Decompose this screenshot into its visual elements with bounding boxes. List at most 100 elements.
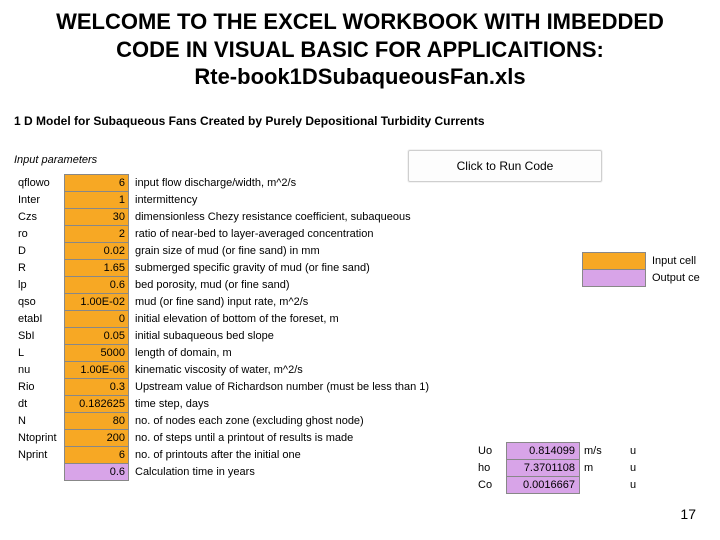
param-description: ratio of near-bed to layer-averaged conc…	[129, 226, 434, 243]
output-unit: m	[580, 460, 615, 477]
output-values-table: Uo0.814099m/suho7.3701108muCo0.0016667u	[474, 442, 641, 494]
input-row: D0.02grain size of mud (or fine sand) in…	[14, 243, 433, 260]
input-row: qflowo6input flow discharge/width, m^2/s	[14, 175, 433, 192]
input-row: lp0.6bed porosity, mud (or fine sand)	[14, 277, 433, 294]
param-name	[14, 464, 65, 481]
input-row: 0.6Calculation time in years	[14, 464, 433, 481]
page-number: 17	[680, 506, 696, 522]
run-code-button[interactable]: Click to Run Code	[408, 150, 602, 182]
param-value-cell[interactable]: 2	[65, 226, 129, 243]
title-line3: Rte-book1DSubaqueousFan.xls	[194, 64, 525, 89]
input-row: dt0.182625time step, days	[14, 396, 433, 413]
output-unit	[580, 477, 615, 494]
slide-title: WELCOME TO THE EXCEL WORKBOOK WITH IMBED…	[0, 8, 720, 91]
param-value-cell[interactable]: 80	[65, 413, 129, 430]
param-description: initial elevation of bottom of the fores…	[129, 311, 434, 328]
input-row: Nprint6no. of printouts after the initia…	[14, 447, 433, 464]
input-row: qso1.00E-02mud (or fine sand) input rate…	[14, 294, 433, 311]
param-name: etabI	[14, 311, 65, 328]
output-value-cell: 7.3701108	[507, 460, 580, 477]
param-name: Czs	[14, 209, 65, 226]
output-name: Co	[474, 477, 507, 494]
param-description: no. of nodes each zone (excluding ghost …	[129, 413, 434, 430]
param-value-cell[interactable]: 1	[65, 192, 129, 209]
output-name: Uo	[474, 443, 507, 460]
param-value-cell[interactable]: 1.00E-06	[65, 362, 129, 379]
output-row: Uo0.814099m/su	[474, 443, 640, 460]
output-extra: u	[614, 477, 640, 494]
input-row: L5000length of domain, m	[14, 345, 433, 362]
param-value-cell[interactable]: 0.182625	[65, 396, 129, 413]
output-extra: u	[614, 460, 640, 477]
input-row: Ntoprint200no. of steps until a printout…	[14, 430, 433, 447]
legend-output-swatch	[583, 270, 646, 287]
input-row: N80no. of nodes each zone (excluding gho…	[14, 413, 433, 430]
param-name: Rio	[14, 379, 65, 396]
param-description: Calculation time in years	[129, 464, 434, 481]
param-value-cell[interactable]: 1.00E-02	[65, 294, 129, 311]
input-row: nu1.00E-06kinematic viscosity of water, …	[14, 362, 433, 379]
param-name: D	[14, 243, 65, 260]
param-description: mud (or fine sand) input rate, m^2/s	[129, 294, 434, 311]
param-value-cell[interactable]: 6	[65, 447, 129, 464]
param-value-cell[interactable]: 30	[65, 209, 129, 226]
input-row: ro2ratio of near-bed to layer-averaged c…	[14, 226, 433, 243]
input-row: etabI0initial elevation of bottom of the…	[14, 311, 433, 328]
param-description: initial subaqueous bed slope	[129, 328, 434, 345]
param-name: lp	[14, 277, 65, 294]
title-line1: WELCOME TO THE EXCEL WORKBOOK WITH IMBED…	[56, 9, 664, 34]
param-value-cell[interactable]: 0.3	[65, 379, 129, 396]
legend-input-label: Input cell	[646, 253, 704, 270]
input-row: SbI0.05initial subaqueous bed slope	[14, 328, 433, 345]
run-code-label: Click to Run Code	[457, 159, 554, 173]
output-extra: u	[614, 443, 640, 460]
cell-legend: Input cell Output ce	[582, 252, 704, 287]
param-name: ro	[14, 226, 65, 243]
output-row: ho7.3701108mu	[474, 460, 640, 477]
output-value-cell: 0.814099	[507, 443, 580, 460]
param-value-cell[interactable]: 0.05	[65, 328, 129, 345]
param-value-cell[interactable]: 200	[65, 430, 129, 447]
param-value-cell[interactable]: 0.02	[65, 243, 129, 260]
param-value-cell[interactable]: 5000	[65, 345, 129, 362]
param-name: qflowo	[14, 175, 65, 192]
legend-input-swatch	[583, 253, 646, 270]
param-value-cell[interactable]: 0.6	[65, 464, 129, 481]
param-description: intermittency	[129, 192, 434, 209]
param-description: submerged specific gravity of mud (or fi…	[129, 260, 434, 277]
output-value-cell: 0.0016667	[507, 477, 580, 494]
output-name: ho	[474, 460, 507, 477]
param-value-cell[interactable]: 0.6	[65, 277, 129, 294]
legend-output-label: Output ce	[646, 270, 704, 287]
param-name: L	[14, 345, 65, 362]
title-line2: CODE IN VISUAL BASIC FOR APPLICAITIONS:	[116, 37, 604, 62]
input-row: Inter1intermittency	[14, 192, 433, 209]
param-name: Ntoprint	[14, 430, 65, 447]
param-name: R	[14, 260, 65, 277]
input-row: Czs30dimensionless Chezy resistance coef…	[14, 209, 433, 226]
param-name: Nprint	[14, 447, 65, 464]
param-name: dt	[14, 396, 65, 413]
param-description: kinematic viscosity of water, m^2/s	[129, 362, 434, 379]
param-name: SbI	[14, 328, 65, 345]
input-row: R1.65submerged specific gravity of mud (…	[14, 260, 433, 277]
param-description: no. of printouts after the initial one	[129, 447, 434, 464]
input-row: Rio0.3Upstream value of Richardson numbe…	[14, 379, 433, 396]
param-description: input flow discharge/width, m^2/s	[129, 175, 434, 192]
param-name: nu	[14, 362, 65, 379]
param-value-cell[interactable]: 0	[65, 311, 129, 328]
param-name: qso	[14, 294, 65, 311]
param-value-cell[interactable]: 6	[65, 175, 129, 192]
param-description: time step, days	[129, 396, 434, 413]
model-heading: 1 D Model for Subaqueous Fans Created by…	[14, 114, 485, 128]
param-value-cell[interactable]: 1.65	[65, 260, 129, 277]
param-description: no. of steps until a printout of results…	[129, 430, 434, 447]
param-description: dimensionless Chezy resistance coefficie…	[129, 209, 434, 226]
output-row: Co0.0016667 u	[474, 477, 640, 494]
param-description: Upstream value of Richardson number (mus…	[129, 379, 434, 396]
output-unit: m/s	[580, 443, 615, 460]
param-name: N	[14, 413, 65, 430]
param-description: grain size of mud (or fine sand) in mm	[129, 243, 434, 260]
param-name: Inter	[14, 192, 65, 209]
input-parameters-label: Input parameters	[14, 154, 97, 166]
